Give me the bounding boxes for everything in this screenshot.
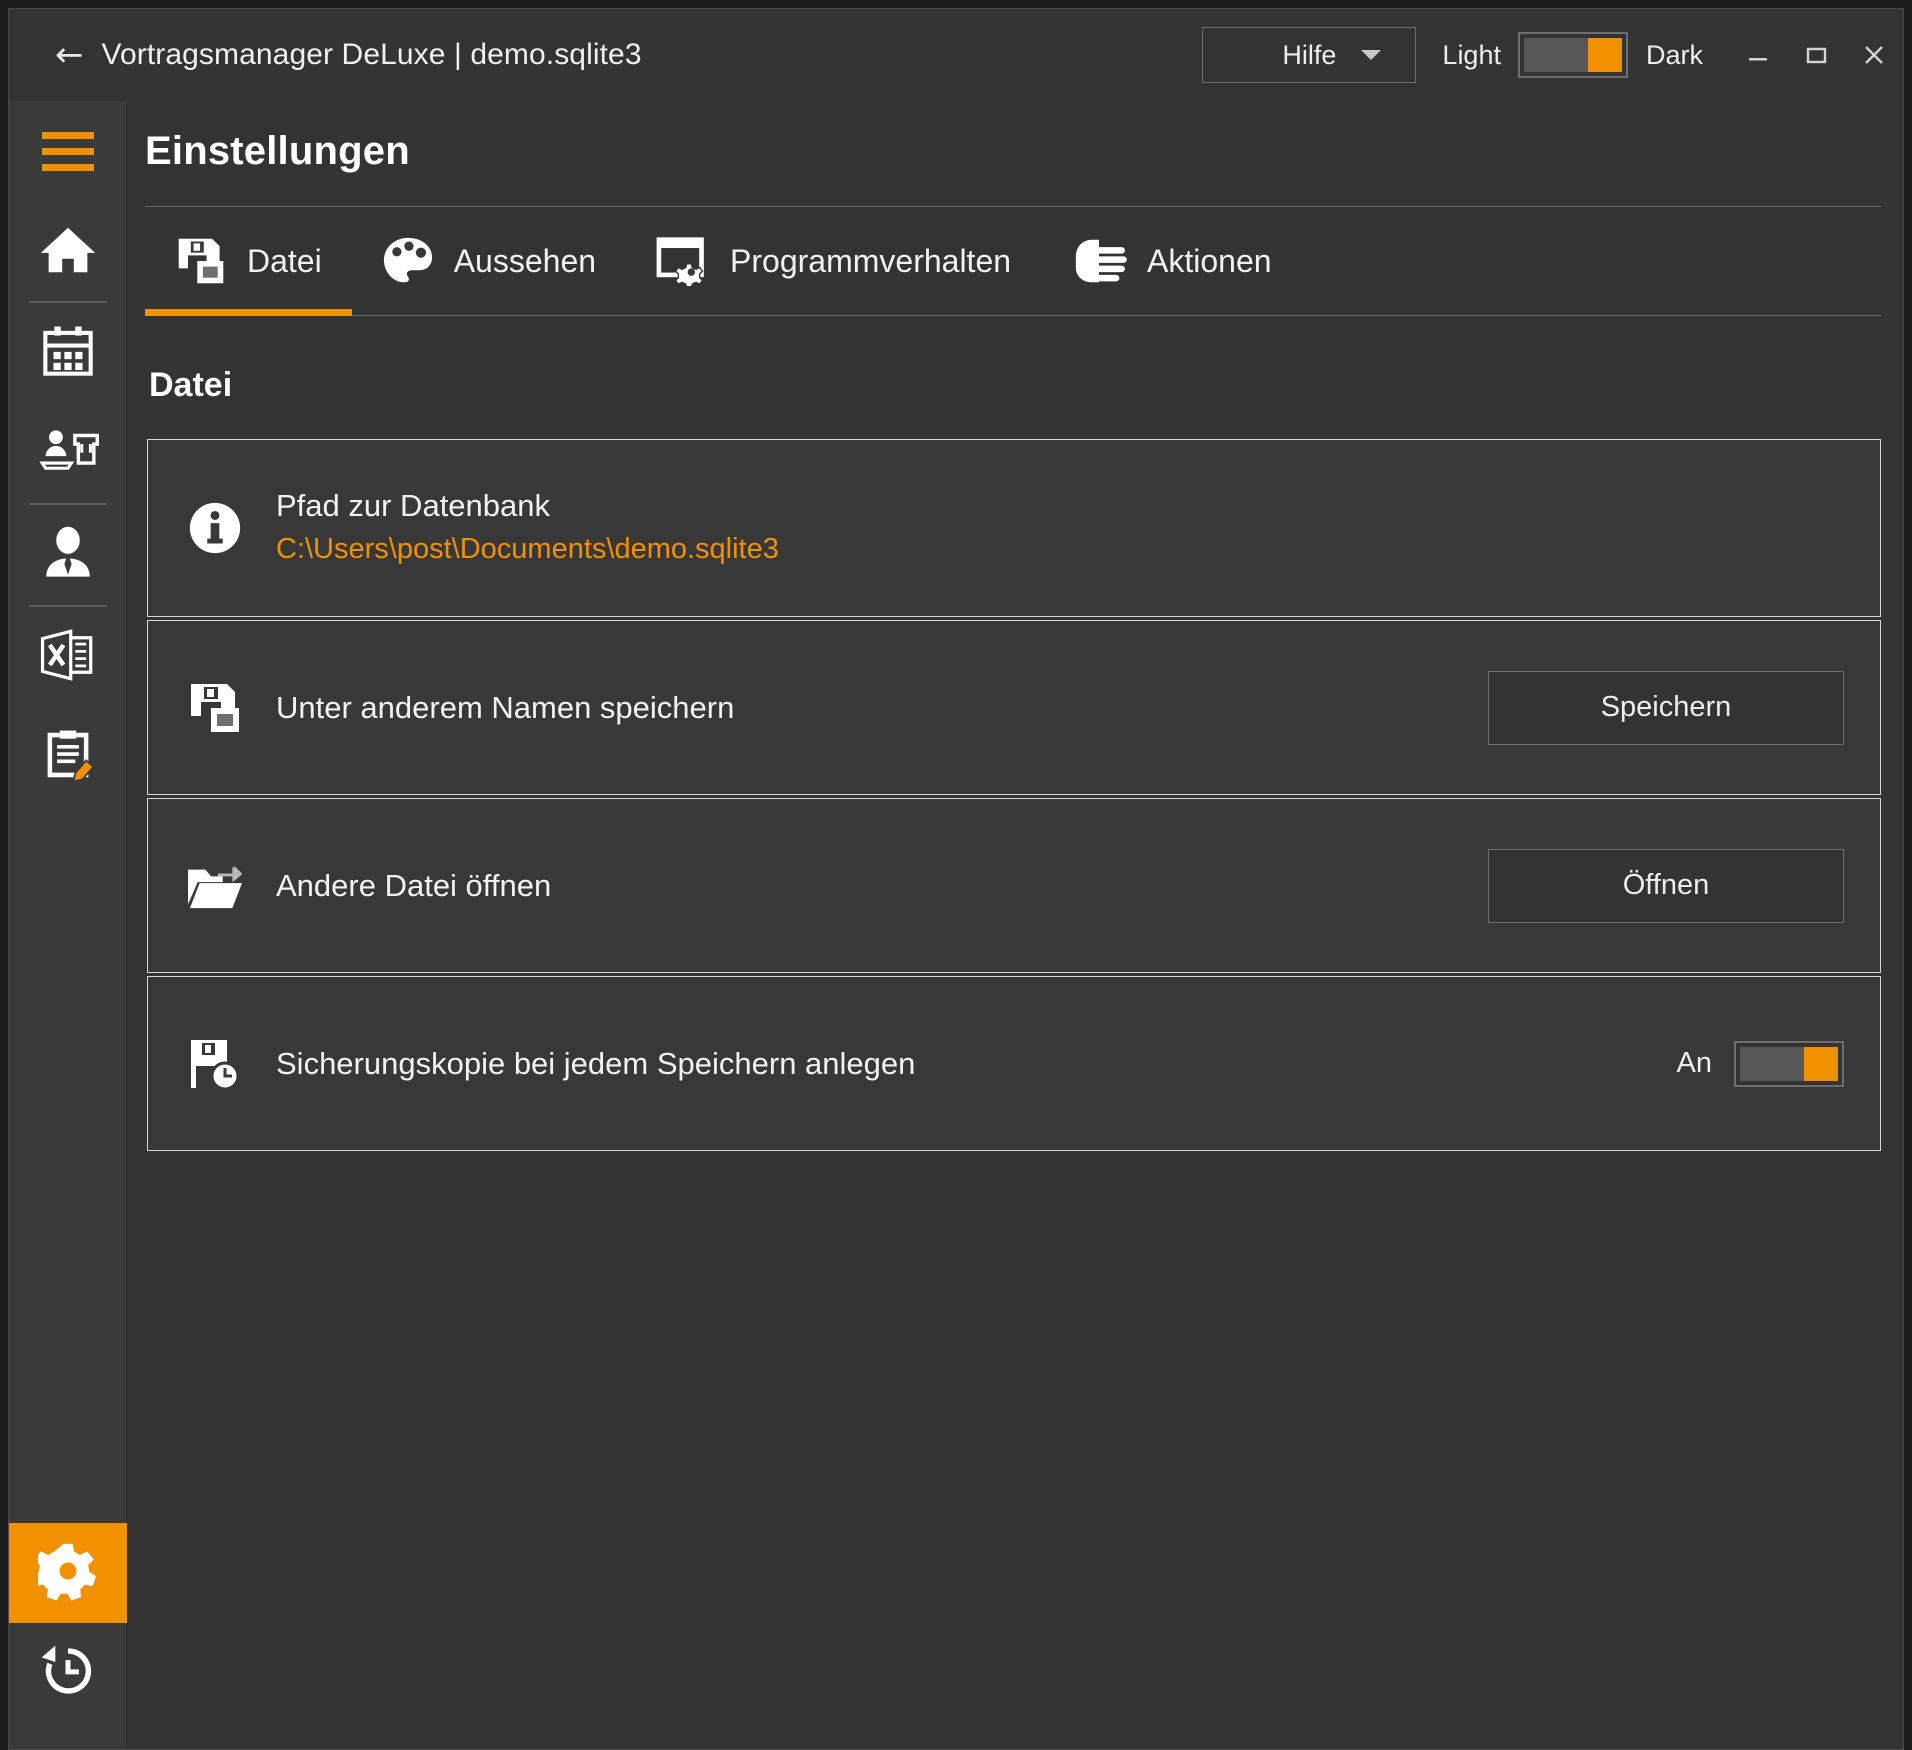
card-text: Pfad zur Datenbank C:\Users\post\Documen… bbox=[276, 487, 1844, 569]
tab-datei[interactable]: Datei bbox=[145, 207, 352, 316]
backup-toggle[interactable] bbox=[1734, 1040, 1844, 1087]
theme-toggle[interactable] bbox=[1517, 32, 1628, 78]
sidebar-item-home[interactable] bbox=[9, 201, 127, 301]
card-label: Unter anderem Namen speichern bbox=[276, 689, 735, 725]
hand-pointing-icon bbox=[1071, 236, 1127, 286]
page-title: Einstellungen bbox=[145, 129, 410, 173]
help-dropdown[interactable]: Hilfe bbox=[1202, 27, 1417, 83]
gear-icon bbox=[31, 1541, 98, 1606]
title-bar: ← Vortragsmanager DeLuxe | demo.sqlite3 … bbox=[9, 9, 1903, 101]
sidebar-item-notes[interactable] bbox=[9, 707, 127, 807]
person-lectern-icon bbox=[37, 425, 99, 482]
hamburger-icon bbox=[41, 131, 94, 171]
save-button[interactable]: Speichern bbox=[1488, 670, 1844, 745]
tab-label: Datei bbox=[247, 242, 322, 279]
tab-label: Aktionen bbox=[1147, 242, 1272, 279]
card-text: Sicherungskopie bei jedem Speichern anle… bbox=[276, 1045, 1677, 1083]
card-text: Andere Datei öffnen bbox=[276, 867, 1488, 905]
save-clock-icon bbox=[178, 1036, 252, 1092]
palette-icon bbox=[382, 236, 434, 286]
body: Einstellungen Datei Aussehen Programmver… bbox=[8, 101, 1903, 1749]
tab-label: Programmverhalten bbox=[730, 242, 1012, 279]
clipboard-pencil-icon bbox=[39, 726, 97, 789]
title-bar-controls: Hilfe Light Dark bbox=[1202, 9, 1903, 101]
calendar-icon bbox=[39, 322, 97, 385]
card-action: Öffnen bbox=[1488, 848, 1844, 923]
minimize-button[interactable] bbox=[1729, 9, 1787, 101]
chevron-down-icon bbox=[1361, 50, 1382, 60]
tab-programmverhalten[interactable]: Programmverhalten bbox=[626, 207, 1041, 315]
history-clock-icon bbox=[39, 1642, 97, 1705]
sidebar-item-speaker-lectern[interactable] bbox=[9, 403, 127, 503]
tab-bar: Datei Aussehen Programmverhalten Aktione… bbox=[145, 206, 1881, 316]
card-action: An bbox=[1676, 1040, 1844, 1087]
backup-toggle-state: An bbox=[1676, 1047, 1712, 1079]
app-window: ← Vortragsmanager DeLuxe | demo.sqlite3 … bbox=[8, 8, 1904, 1750]
theme-light-label: Light bbox=[1442, 39, 1501, 70]
card-backup-on-save: Sicherungskopie bei jedem Speichern anle… bbox=[147, 976, 1881, 1151]
sidebar-item-person[interactable] bbox=[9, 505, 127, 605]
maximize-button[interactable] bbox=[1787, 9, 1845, 101]
save-as-icon bbox=[175, 235, 227, 287]
home-icon bbox=[37, 218, 99, 285]
sidebar-item-history[interactable] bbox=[9, 1623, 127, 1723]
window-title: Vortragsmanager DeLuxe | demo.sqlite3 bbox=[101, 38, 642, 71]
card-text: Unter anderem Namen speichern bbox=[276, 689, 1488, 727]
person-suit-icon bbox=[39, 524, 97, 587]
help-dropdown-label: Hilfe bbox=[1282, 39, 1337, 70]
close-button[interactable] bbox=[1845, 9, 1903, 101]
arrow-left-icon[interactable]: ← bbox=[55, 38, 84, 72]
sidebar-item-excel-export[interactable] bbox=[9, 607, 127, 707]
window-gear-icon bbox=[656, 236, 710, 286]
main-content: Einstellungen Datei Aussehen Programmver… bbox=[127, 101, 1903, 1749]
card-label: Sicherungskopie bei jedem Speichern anle… bbox=[276, 1045, 916, 1081]
card-action: Speichern bbox=[1488, 670, 1844, 745]
section-title: Datei bbox=[149, 366, 233, 404]
tab-label: Aussehen bbox=[453, 242, 597, 279]
database-path-value: C:\Users\post\Documents\demo.sqlite3 bbox=[276, 533, 779, 566]
sidebar-item-calendar[interactable] bbox=[9, 303, 127, 403]
card-label: Andere Datei öffnen bbox=[276, 867, 552, 903]
card-label: Pfad zur Datenbank bbox=[276, 488, 551, 524]
card-db-path: Pfad zur Datenbank C:\Users\post\Documen… bbox=[147, 439, 1881, 617]
folder-open-icon bbox=[178, 860, 252, 912]
theme-toggle-track bbox=[1523, 38, 1622, 72]
backup-toggle-knob bbox=[1804, 1046, 1838, 1081]
info-icon bbox=[178, 499, 252, 557]
open-button[interactable]: Öffnen bbox=[1488, 848, 1844, 923]
card-open-other-file: Andere Datei öffnen Öffnen bbox=[147, 798, 1881, 973]
sidebar-item-settings[interactable] bbox=[8, 1523, 127, 1623]
save-as-icon bbox=[178, 680, 252, 736]
sidebar-item-menu-toggle[interactable] bbox=[9, 101, 127, 201]
sidebar bbox=[8, 101, 127, 1749]
theme-dark-label: Dark bbox=[1645, 39, 1703, 70]
tab-aussehen[interactable]: Aussehen bbox=[352, 207, 626, 315]
settings-card-list: Pfad zur Datenbank C:\Users\post\Documen… bbox=[127, 405, 1903, 1154]
backup-toggle-group: An bbox=[1676, 1040, 1844, 1087]
excel-icon bbox=[38, 626, 98, 689]
theme-toggle-knob bbox=[1587, 38, 1622, 72]
backup-toggle-track bbox=[1740, 1046, 1838, 1081]
tab-aktionen[interactable]: Aktionen bbox=[1041, 207, 1302, 315]
card-save-as: Unter anderem Namen speichern Speichern bbox=[147, 620, 1881, 795]
